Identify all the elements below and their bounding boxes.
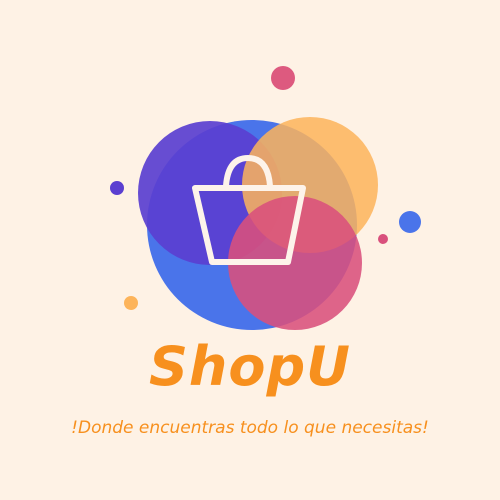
brand-tagline: !Donde encuentras todo lo que necesitas! [71, 418, 429, 438]
decor-dot-pink [271, 66, 295, 90]
decor-dot-orange [124, 296, 138, 310]
decor-dot-purple [110, 181, 124, 195]
brand-name: ShopU [149, 335, 351, 398]
decor-dot-pink-small [378, 234, 388, 244]
decor-dot-blue [399, 211, 421, 233]
